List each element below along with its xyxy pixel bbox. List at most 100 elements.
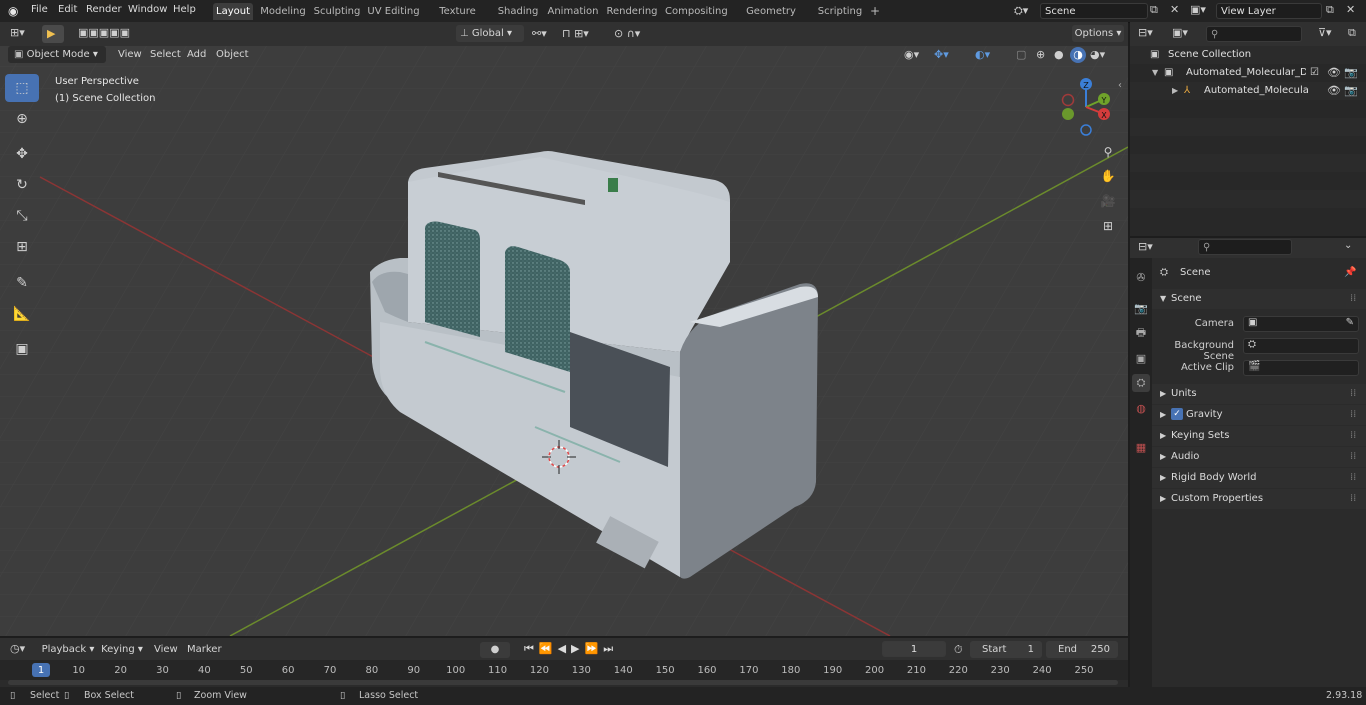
cursor-tool-icon[interactable]: ⊕	[5, 105, 39, 133]
render-tab-icon[interactable]: 📷	[1132, 299, 1150, 317]
delete-scene-icon[interactable]: ✕	[1170, 3, 1179, 16]
scale-tool-icon[interactable]: ⤡	[5, 202, 39, 230]
3d-viewport[interactable]: Z Y X	[0, 22, 1128, 636]
drag-handle-icon[interactable]: ⁞⁞	[1350, 447, 1356, 467]
proportional-edit-icon[interactable]: ⊙ ∩▾	[614, 27, 640, 40]
drag-handle-icon[interactable]: ⁞⁞	[1350, 405, 1356, 425]
scene-name-field[interactable]: Scene	[1040, 3, 1148, 19]
tool-tab-icon[interactable]: ✇	[1132, 268, 1150, 286]
tab-scripting[interactable]: Scripting	[817, 3, 863, 20]
background-scene-field[interactable]: ⛭	[1243, 338, 1359, 354]
camera-render-icon[interactable]: 📷	[1344, 64, 1358, 82]
camera-render-icon[interactable]: 📷	[1344, 82, 1358, 100]
outliner-editor-icon[interactable]: ⊟▾	[1138, 26, 1153, 39]
tab-layout[interactable]: Layout	[213, 3, 253, 20]
pin-icon[interactable]: 📌	[1344, 263, 1356, 283]
delete-view-layer-icon[interactable]: ✕	[1346, 3, 1355, 16]
outliner-row-object[interactable]: ▶ ⅄ Automated_Molecular_Di 👁 📷	[1130, 82, 1366, 100]
new-scene-icon[interactable]: ⧉	[1150, 3, 1158, 17]
outliner-search-input[interactable]: ⚲	[1206, 26, 1302, 42]
measure-tool-icon[interactable]: 📐	[5, 300, 39, 328]
stopwatch-icon[interactable]: ⏱	[954, 643, 963, 657]
start-frame-field[interactable]: Start 1	[970, 641, 1042, 658]
world-tab-icon[interactable]: ◍	[1132, 399, 1150, 417]
tab-shading[interactable]: Shading	[496, 3, 540, 20]
expand-arrow-icon[interactable]: ▶	[1172, 82, 1178, 100]
annotate-tool-icon[interactable]: ✎	[5, 269, 39, 297]
tab-animation[interactable]: Animation	[547, 3, 599, 20]
properties-search-input[interactable]: ⚲	[1198, 239, 1292, 255]
eye-icon[interactable]: 👁	[1327, 82, 1341, 100]
panel-custom-properties[interactable]: ▶ Custom Properties ⁞⁞	[1152, 489, 1366, 509]
panel-rigid-body-world[interactable]: ▶ Rigid Body World ⁞⁞	[1152, 468, 1366, 488]
view-layer-icon[interactable]: ▣▾	[1190, 3, 1206, 16]
options-button[interactable]: Options ▾	[1072, 25, 1124, 42]
tab-rendering[interactable]: Rendering	[606, 3, 658, 20]
active-clip-field[interactable]: 🎬	[1243, 360, 1359, 376]
menu-window[interactable]: Window	[128, 4, 167, 15]
rotate-tool-icon[interactable]: ↻	[5, 171, 39, 199]
editor-type-icon[interactable]: ⊞▾	[10, 26, 25, 39]
tab-uv-editing[interactable]: UV Editing	[367, 3, 420, 20]
new-collection-icon[interactable]: ⧉	[1348, 26, 1356, 40]
panel-gravity[interactable]: ▶ ✓ Gravity ⁞⁞	[1152, 405, 1366, 425]
pivot-icon[interactable]: ⚯▾	[532, 27, 547, 40]
panel-scene-header[interactable]: ▼ Scene ⁞⁞	[1152, 289, 1366, 309]
grid-view-icon[interactable]: ⊞	[1097, 215, 1119, 237]
camera-field[interactable]: ▣ ✎	[1243, 316, 1359, 332]
drag-handle-icon[interactable]: ⁞⁞	[1350, 468, 1356, 488]
keying-menu[interactable]: Keying ▾	[98, 641, 146, 658]
gravity-checkbox[interactable]: ✓	[1171, 408, 1183, 420]
tab-sculpting[interactable]: Sculpting	[313, 3, 361, 20]
view-layer-field[interactable]: View Layer	[1216, 3, 1322, 19]
scene-tab-icon[interactable]: ⛭	[1132, 374, 1150, 392]
menu-edit[interactable]: Edit	[58, 4, 77, 15]
new-view-layer-icon[interactable]: ⧉	[1326, 3, 1334, 17]
xray-icon[interactable]: ▢	[1016, 48, 1026, 61]
menu-select[interactable]: Select	[150, 49, 181, 60]
playback-menu[interactable]: Playback ▾	[40, 641, 96, 658]
outliner-row-scene-collection[interactable]: ▣ Scene Collection	[1130, 46, 1366, 64]
drag-handle-icon[interactable]: ⁞⁞	[1350, 426, 1356, 446]
properties-editor-icon[interactable]: ⊟▾	[1138, 240, 1153, 253]
shading-solid-icon[interactable]: ●	[1054, 48, 1064, 61]
menu-render[interactable]: Render	[86, 4, 122, 15]
gizmo-toggle-icon[interactable]: ✥▾	[934, 48, 949, 61]
shading-wireframe-icon[interactable]: ⊕	[1036, 48, 1045, 61]
sidebar-toggle-icon[interactable]: ‹	[1118, 80, 1122, 91]
menu-help[interactable]: Help	[173, 4, 196, 15]
shading-rendered-icon[interactable]: ◕▾	[1090, 48, 1105, 61]
add-cube-tool-icon[interactable]: ▣	[5, 335, 39, 363]
display-mode-icon[interactable]: ▣▾	[1172, 26, 1188, 39]
drag-handle-icon[interactable]: ⁞⁞	[1350, 489, 1356, 509]
select-box-tool-icon[interactable]: ⬚	[5, 74, 39, 102]
blender-logo-icon[interactable]: ◉	[8, 4, 18, 18]
menu-add[interactable]: Add	[187, 49, 206, 60]
record-button[interactable]: ●	[480, 642, 510, 658]
menu-object[interactable]: Object	[216, 49, 249, 60]
eye-icon[interactable]: 👁	[1327, 64, 1341, 82]
snap-icon[interactable]: ⊓ ⊞▾	[562, 27, 589, 40]
expand-arrow-icon[interactable]: ▼	[1152, 64, 1158, 82]
playback-controls[interactable]: ⏮⏪◀▶⏩⏭	[524, 642, 618, 656]
pan-hand-icon[interactable]: ✋	[1097, 165, 1119, 187]
panel-keying-sets[interactable]: ▶ Keying Sets ⁞⁞	[1152, 426, 1366, 446]
menu-file[interactable]: File	[31, 4, 48, 15]
panel-units[interactable]: ▶ Units ⁞⁞	[1152, 384, 1366, 404]
selection-mode-icons[interactable]: ▣▣▣▣▣	[78, 26, 158, 42]
transform-tool-icon[interactable]: ⊞	[5, 233, 39, 261]
add-workspace-icon[interactable]: +	[870, 4, 880, 18]
tab-modeling[interactable]: Modeling	[259, 3, 307, 20]
move-tool-icon[interactable]: ✥	[5, 140, 39, 168]
outliner-row-collection[interactable]: ▼ ▣ Automated_Molecular_Diagnc ☑ 👁 📷	[1130, 64, 1366, 82]
filter-icon[interactable]: ⊽▾	[1318, 26, 1332, 39]
drag-handle-icon[interactable]: ⁞⁞	[1350, 289, 1356, 309]
marker-menu[interactable]: Marker	[187, 644, 222, 655]
texture-tab-icon[interactable]: ▦	[1132, 438, 1150, 456]
tab-compositing[interactable]: Compositing	[665, 3, 728, 20]
output-tab-icon[interactable]: 🖶	[1132, 324, 1150, 342]
menu-view[interactable]: View	[118, 49, 142, 60]
overlay-toggle-icon[interactable]: ◐▾	[975, 48, 990, 61]
current-frame-field[interactable]: 1	[882, 641, 946, 657]
tab-geometry-nodes[interactable]: Geometry Nodes	[732, 3, 810, 34]
